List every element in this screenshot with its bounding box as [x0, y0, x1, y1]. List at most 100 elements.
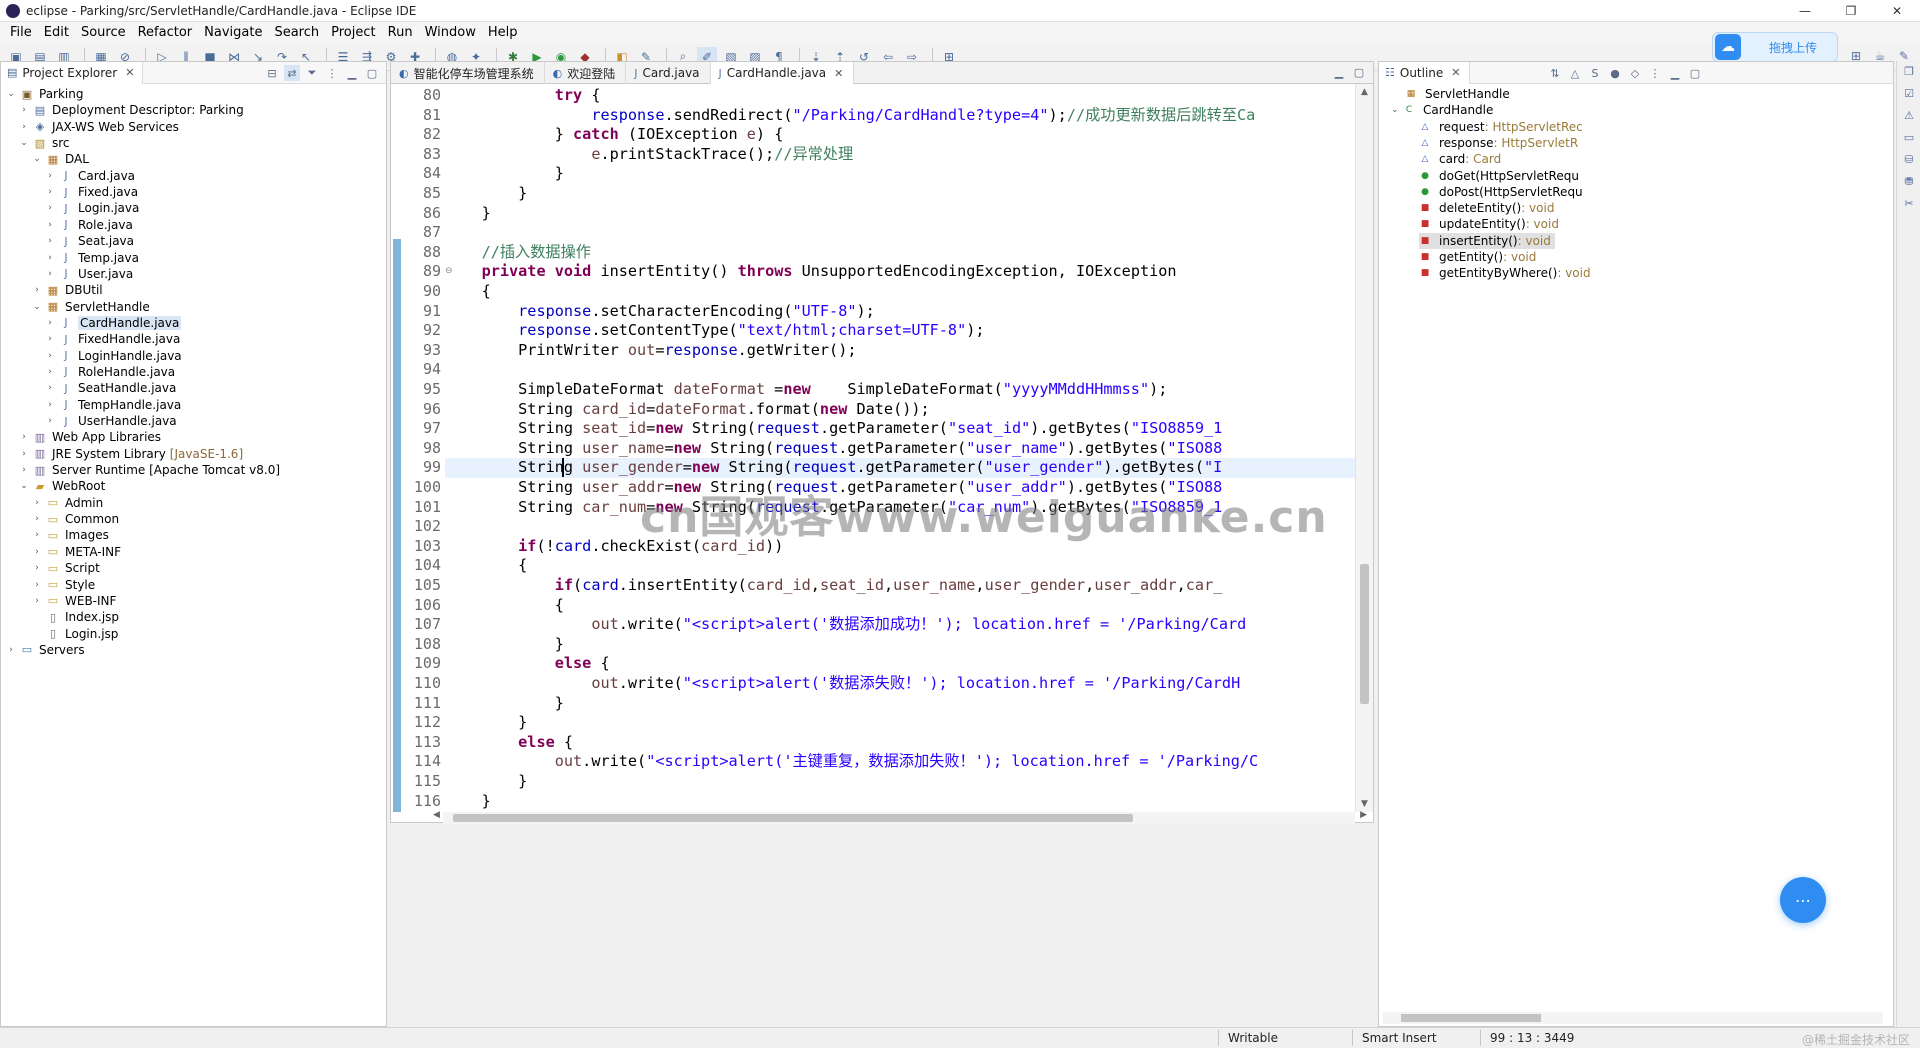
hide-fields-icon[interactable]: △: [1567, 65, 1583, 81]
filter-icon[interactable]: ⏷: [304, 65, 320, 81]
maximize-icon[interactable]: ▢: [1687, 65, 1703, 81]
chevron-right-icon[interactable]: ›: [18, 122, 30, 132]
tree-node[interactable]: › J Login.java: [44, 200, 139, 216]
tree-node[interactable]: › ▥ JRE System Library [JavaSE-1.6]: [18, 446, 243, 462]
chevron-right-icon[interactable]: ›: [44, 171, 56, 181]
scrollbar-thumb[interactable]: [453, 814, 1133, 822]
code-line[interactable]: if(card.insertEntity(card_id,seat_id,use…: [445, 576, 1223, 596]
code-line[interactable]: response.setCharacterEncoding("UTF-8");: [445, 302, 875, 322]
menu-window[interactable]: Window: [419, 25, 482, 40]
chevron-down-icon[interactable]: ⌄: [18, 138, 30, 148]
editor-vertical-scrollbar[interactable]: ▲ ▼: [1355, 84, 1373, 812]
maximize-icon[interactable]: ▢: [1351, 64, 1367, 80]
tree-node[interactable]: › ▭ Admin: [31, 495, 103, 511]
tree-node[interactable]: › ▦ DBUtil: [31, 282, 102, 298]
outline-node[interactable]: ⌄ C CardHandle: [1391, 102, 1493, 118]
code-line[interactable]: }: [445, 164, 564, 184]
chevron-right-icon[interactable]: ›: [44, 187, 56, 197]
tree-node[interactable]: › J Seat.java: [44, 233, 134, 249]
chevron-right-icon[interactable]: ›: [44, 220, 56, 230]
tree-node[interactable]: › J Card.java: [44, 168, 135, 184]
outline-horizontal-scrollbar[interactable]: [1383, 1012, 1883, 1024]
chevron-right-icon[interactable]: ›: [44, 367, 56, 377]
tree-node[interactable]: › J Fixed.java: [44, 184, 138, 200]
minimize-icon[interactable]: ▁: [1667, 65, 1683, 81]
chevron-right-icon[interactable]: ›: [31, 580, 43, 590]
tree-node[interactable]: › J CardHandle.java: [44, 315, 182, 331]
outline-node[interactable]: △ request : HttpServletRec: [1419, 119, 1583, 135]
close-button[interactable]: ✕: [1874, 0, 1920, 22]
chevron-right-icon[interactable]: ›: [31, 514, 43, 524]
hide-local-types-icon[interactable]: ◇: [1627, 65, 1643, 81]
code-line[interactable]: }: [445, 635, 564, 655]
minimize-icon[interactable]: ▁: [1331, 64, 1347, 80]
chevron-right-icon[interactable]: ›: [31, 530, 43, 540]
collapse-all-icon[interactable]: ⊟: [264, 65, 280, 81]
view-menu-icon[interactable]: ⋮: [324, 65, 340, 81]
chevron-right-icon[interactable]: ›: [31, 563, 43, 573]
code-line[interactable]: }: [445, 184, 527, 204]
chevron-down-icon[interactable]: ⌄: [31, 154, 43, 164]
console-icon[interactable]: ▭: [1900, 131, 1918, 149]
chevron-right-icon[interactable]: ›: [31, 596, 43, 606]
problems-icon[interactable]: ⚠: [1900, 109, 1918, 127]
editor-tab[interactable]: J Card.java: [626, 62, 711, 84]
editor-tab[interactable]: ◐ 智能化停车场管理系统: [391, 62, 545, 84]
code-line[interactable]: String card_id=dateFormat.format(new Dat…: [445, 400, 930, 420]
tree-node[interactable]: › J TempHandle.java: [44, 397, 181, 413]
cursor-position[interactable]: 99 : 13 : 3449: [1490, 1031, 1574, 1045]
chevron-right-icon[interactable]: ›: [31, 547, 43, 557]
code-line[interactable]: else {: [445, 654, 610, 674]
chevron-right-icon[interactable]: ›: [31, 285, 43, 295]
hide-nonpublic-icon[interactable]: ●: [1607, 65, 1623, 81]
code-line[interactable]: response.sendRedirect("/Parking/CardHand…: [445, 106, 1255, 126]
chevron-down-icon[interactable]: ⌄: [5, 89, 17, 99]
tree-node[interactable]: ⌄ ▰ WebRoot: [18, 478, 105, 494]
code-line[interactable]: }: [445, 713, 527, 733]
tree-node[interactable]: ⌄ ▦ ServletHandle: [31, 299, 150, 315]
tree-node[interactable]: › ▭ Script: [31, 560, 100, 576]
tree-node[interactable]: › J UserHandle.java: [44, 413, 176, 429]
code-line[interactable]: out.write("<script>alert('数据添失败！'); loca…: [445, 674, 1240, 694]
tree-node[interactable]: › ▭ Common: [31, 511, 119, 527]
code-line[interactable]: out.write("<script>alert('数据添加成功！'); loc…: [445, 615, 1246, 635]
maximize-icon[interactable]: ▢: [364, 65, 380, 81]
servers-icon[interactable]: ⛁: [1900, 153, 1918, 171]
outline-node[interactable]: ▦ ServletHandle: [1405, 86, 1510, 102]
chevron-right-icon[interactable]: ›: [44, 236, 56, 246]
close-icon[interactable]: ✕: [1451, 66, 1460, 79]
outline-node[interactable]: ■ getEntity() : void: [1419, 249, 1537, 265]
drag-upload-button[interactable]: ☁ 拖拽上传: [1712, 32, 1838, 62]
minimize-icon[interactable]: ▁: [344, 65, 360, 81]
tree-node[interactable]: ▯ Login.jsp: [31, 626, 118, 642]
minimize-button[interactable]: —: [1782, 0, 1828, 22]
chevron-down-icon[interactable]: ⌄: [1391, 105, 1403, 115]
code-line[interactable]: //插入数据操作: [445, 243, 591, 263]
restore-button[interactable]: ❐: [1828, 0, 1874, 22]
tree-node[interactable]: › J User.java: [44, 266, 133, 282]
tree-node[interactable]: › J LoginHandle.java: [44, 348, 181, 364]
code-lines[interactable]: try { response.sendRedirect("/Parking/Ca…: [445, 84, 1357, 812]
close-icon[interactable]: ✕: [125, 66, 134, 79]
code-line[interactable]: e.printStackTrace();//异常处理: [445, 145, 853, 165]
chevron-right-icon[interactable]: ›: [44, 334, 56, 344]
view-menu-icon[interactable]: ⋮: [1647, 65, 1663, 81]
tree-node[interactable]: › J SeatHandle.java: [44, 380, 176, 396]
outline-node[interactable]: ● doPost(HttpServletRequ: [1419, 184, 1583, 200]
chevron-right-icon[interactable]: ›: [44, 400, 56, 410]
outline-tab[interactable]: ☷ Outline ✕: [1379, 61, 1470, 84]
tree-node[interactable]: ⌄ ▦ DAL: [31, 151, 89, 167]
chevron-right-icon[interactable]: ›: [44, 416, 56, 426]
code-line[interactable]: String seat_id=new String(request.getPar…: [445, 419, 1222, 439]
menu-help[interactable]: Help: [482, 25, 524, 40]
outline-node[interactable]: ■ updateEntity() : void: [1419, 216, 1559, 232]
menu-run[interactable]: Run: [382, 25, 419, 40]
hide-static-icon[interactable]: S: [1587, 65, 1603, 81]
code-editor[interactable]: 80 81 82 83 84 85 86 87 88 89 ⊖ 90 91 92 93 94 95 96 97 98 9…: [391, 84, 1357, 812]
chevron-down-icon[interactable]: ⌄: [18, 481, 30, 491]
tree-node[interactable]: › ▭ Servers: [5, 642, 84, 658]
chevron-right-icon[interactable]: ›: [18, 432, 30, 442]
link-with-editor-icon[interactable]: ⇄: [284, 65, 300, 81]
chevron-right-icon[interactable]: ›: [44, 383, 56, 393]
tree-node[interactable]: › J RoleHandle.java: [44, 364, 175, 380]
